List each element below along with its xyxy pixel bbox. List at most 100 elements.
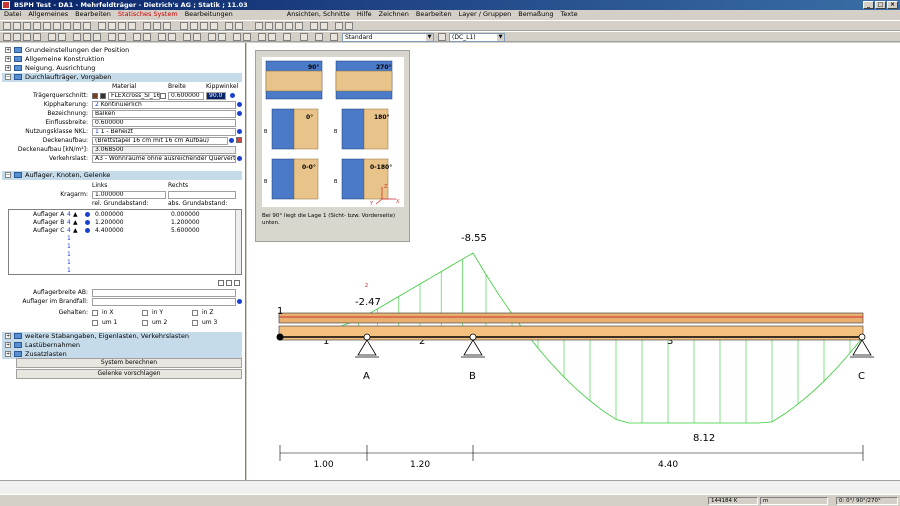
deck-pick-icon[interactable] [229, 138, 234, 143]
check-um-3[interactable] [192, 320, 198, 326]
kipp-select[interactable]: 2 Kontinuierlich [92, 101, 236, 109]
delete-icon[interactable] [310, 22, 318, 30]
fill-icon[interactable] [108, 33, 116, 41]
menu-bearbeiten[interactable]: Bearbeiten [75, 10, 111, 19]
menu-layer[interactable]: Layer / Gruppen [459, 10, 512, 19]
move-icon[interactable] [265, 22, 273, 30]
nkl-select-icon[interactable] [237, 129, 242, 134]
pan-icon[interactable] [128, 22, 136, 30]
menu-bearbeitungen[interactable]: Bearbeitungen [185, 10, 233, 19]
reset-row-icon[interactable] [234, 280, 240, 286]
menu-datei[interactable]: Datei [4, 10, 21, 19]
system-berechnen-button[interactable]: System berechnen [16, 358, 242, 368]
einfluss-field[interactable]: 0.600000 [92, 119, 236, 127]
menu-texte[interactable]: Texte [560, 10, 577, 19]
text-a4-icon[interactable] [33, 33, 41, 41]
linetype-icon[interactable] [283, 33, 291, 41]
minimize-button[interactable]: _ [863, 1, 874, 9]
check-in-x[interactable] [92, 310, 98, 316]
kipp-pick-icon[interactable] [230, 93, 235, 98]
snap-icon[interactable] [153, 22, 161, 30]
save-icon[interactable] [23, 22, 31, 30]
pick-icon[interactable] [85, 220, 90, 225]
close-button[interactable]: × [887, 1, 898, 9]
rect-icon[interactable] [190, 22, 198, 30]
new-file-icon[interactable] [3, 22, 11, 30]
unlock-icon[interactable] [218, 33, 226, 41]
collapse-icon[interactable]: − [5, 172, 11, 178]
drawing-canvas[interactable]: 90° 270° 0° 180° 0-0° 0-180° B B B B X Y [247, 43, 900, 480]
section-neigung[interactable]: + Neigung, Ausrichtung [2, 64, 242, 73]
horizontal-scrollbar[interactable] [0, 480, 900, 494]
layer-pick-icon[interactable] [438, 33, 446, 41]
redo-icon[interactable] [83, 22, 91, 30]
expand-icon[interactable]: + [5, 65, 11, 71]
refresh-icon[interactable] [345, 22, 353, 30]
kippwinkel-field[interactable]: 90.0 [206, 92, 226, 100]
brush-icon[interactable] [58, 33, 66, 41]
check-in-z[interactable] [192, 310, 198, 316]
expand-icon[interactable]: + [5, 47, 11, 53]
section-auflager[interactable]: − Auflager, Knoten, Gelenke [2, 171, 242, 180]
pen-icon[interactable] [233, 33, 241, 41]
verkehr-select-icon[interactable] [237, 156, 242, 161]
shape3-icon[interactable] [93, 33, 101, 41]
pencil-icon[interactable] [48, 33, 56, 41]
menu-hilfe[interactable]: Hilfe [357, 10, 372, 19]
link-icon[interactable] [168, 33, 176, 41]
check-um-1[interactable] [92, 320, 98, 326]
section-durchlauftraeger[interactable]: − Durchlaufträger, Vorgaben [2, 73, 242, 82]
shape-icon[interactable] [73, 33, 81, 41]
arc-icon[interactable] [210, 22, 218, 30]
section-lastuebernahmen[interactable]: + Lastübernahmen [2, 341, 242, 350]
expand-icon[interactable]: + [5, 56, 11, 62]
wand-icon[interactable] [133, 33, 141, 41]
hatch-icon[interactable] [320, 22, 328, 30]
bucket-icon[interactable] [243, 33, 251, 41]
grid-scrollbar[interactable] [235, 210, 241, 274]
expand-icon[interactable]: + [5, 351, 11, 357]
expand-icon[interactable]: + [5, 342, 11, 348]
menu-statisches-system[interactable]: Statisches System [118, 10, 178, 19]
style-select[interactable]: Standard ▼ [342, 33, 434, 42]
deck-edit-icon[interactable] [236, 137, 242, 143]
auflager-a-rel[interactable]: 0.000000 [95, 211, 124, 219]
collapse-icon[interactable]: − [5, 74, 11, 80]
select-icon[interactable] [255, 22, 263, 30]
section-allgemeine[interactable]: + Allgemeine Konstruktion [2, 55, 242, 64]
open-file-icon[interactable] [13, 22, 21, 30]
section-grundeinstellungen[interactable]: + Grundeinstellungen der Position [2, 46, 242, 55]
arrow-icon[interactable] [143, 33, 151, 41]
measure-icon[interactable] [225, 22, 233, 30]
layer2-icon[interactable] [330, 33, 338, 41]
lock-icon[interactable] [208, 33, 216, 41]
gelenke-vorschlagen-button[interactable]: Gelenke vorschlagen [16, 369, 242, 379]
node-icon[interactable] [158, 33, 166, 41]
color-icon[interactable] [118, 33, 126, 41]
cut-icon[interactable] [43, 22, 51, 30]
text-a2-icon[interactable] [13, 33, 21, 41]
text-a-icon[interactable] [3, 33, 11, 41]
zoom-out-icon[interactable] [118, 22, 126, 30]
shape2-icon[interactable] [83, 33, 91, 41]
auflager-a-abs[interactable]: 0.000000 [171, 211, 200, 219]
layer-icon[interactable] [163, 22, 171, 30]
rotate-icon[interactable] [275, 22, 283, 30]
edit-icon[interactable] [183, 33, 191, 41]
linewidth-icon[interactable] [300, 33, 308, 41]
zoom-in-icon[interactable] [108, 22, 116, 30]
material-pick-icon[interactable] [160, 93, 166, 99]
kragarm-links-field[interactable]: 1.000000 [92, 191, 166, 199]
kragarm-rechts-field[interactable] [168, 191, 236, 199]
dim-icon[interactable] [335, 22, 343, 30]
text-icon[interactable] [235, 22, 243, 30]
verkehr-select[interactable]: A3 - Wohnräume ohne ausreichender Querve… [92, 155, 236, 163]
brand-pick-icon[interactable] [237, 299, 242, 304]
print-icon[interactable] [33, 22, 41, 30]
maximize-button[interactable]: □ [875, 1, 886, 9]
paste-icon[interactable] [63, 22, 71, 30]
deck-field[interactable]: (Brettstapel 16 cm mit 16 cm Aufbau) [92, 137, 228, 145]
menu-bearbeiten-2[interactable]: Bearbeiten [416, 10, 452, 19]
mirror-icon[interactable] [285, 22, 293, 30]
kipp-select-icon[interactable] [237, 102, 242, 107]
